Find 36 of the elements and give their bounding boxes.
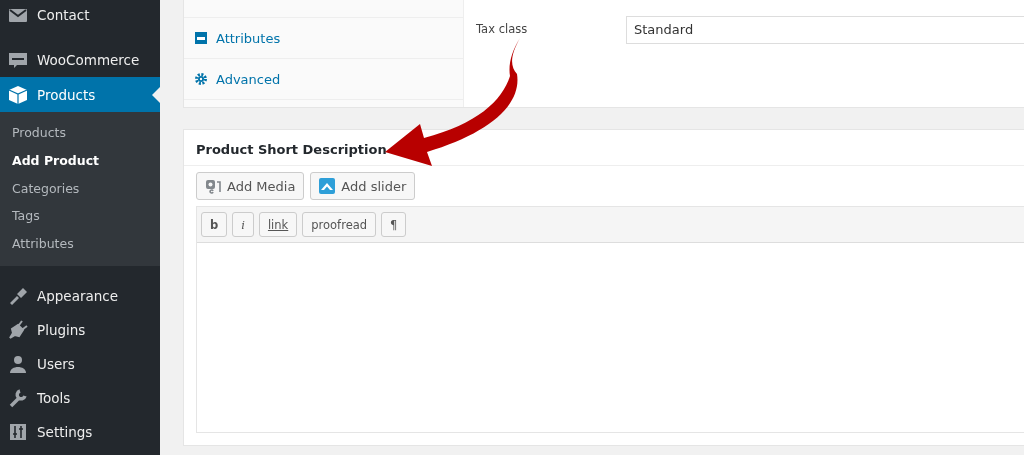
wrench-icon [8, 388, 28, 408]
plug-icon [8, 320, 28, 340]
menu-item[interactable]: WooCommerce [0, 43, 160, 77]
sliders-icon [8, 422, 28, 442]
menu-item[interactable]: Settings [0, 415, 160, 449]
gear-icon [195, 73, 207, 85]
box-icon [8, 84, 28, 105]
quicktag-button[interactable]: i [232, 212, 254, 237]
product-data-tab[interactable]: Attributes [184, 18, 463, 59]
woo-icon [8, 50, 28, 70]
product-data-tab[interactable]: Advanced [184, 59, 463, 100]
text-editor[interactable]: b i link proofread ¶ [196, 206, 1024, 433]
quicktag-button[interactable]: b [201, 212, 228, 237]
submenu-item[interactable]: Categories [0, 174, 160, 203]
menu-item[interactable]: Users [0, 347, 160, 381]
user-icon [8, 354, 28, 374]
menu-item[interactable]: Appearance [0, 279, 160, 313]
submenu-item[interactable]: Products [0, 119, 160, 147]
media-icon [205, 178, 221, 194]
submenu-item[interactable]: Attributes [0, 230, 160, 258]
menu-item[interactable]: Tools [0, 381, 160, 415]
submenu-item[interactable]: Tags [0, 202, 160, 231]
brush-icon [8, 286, 28, 306]
add-slider-button[interactable]: Add slider [310, 172, 416, 200]
quicktag-button[interactable]: proofread [302, 212, 377, 237]
menu-item[interactable]: Products [0, 77, 160, 112]
tax-class-select[interactable]: Standard [626, 16, 1024, 44]
add-media-button[interactable]: Add Media [196, 172, 305, 200]
submenu-item[interactable]: Add Product [0, 146, 160, 175]
quicktag-button[interactable]: link [258, 212, 298, 237]
menu-item[interactable]: Contact [0, 0, 160, 30]
quicktag-button[interactable]: ¶ [381, 212, 407, 237]
slider-icon [319, 178, 336, 194]
menu-item[interactable]: Plugins [0, 313, 160, 347]
field-label: Tax class [476, 21, 529, 38]
attributes-icon [195, 32, 207, 44]
